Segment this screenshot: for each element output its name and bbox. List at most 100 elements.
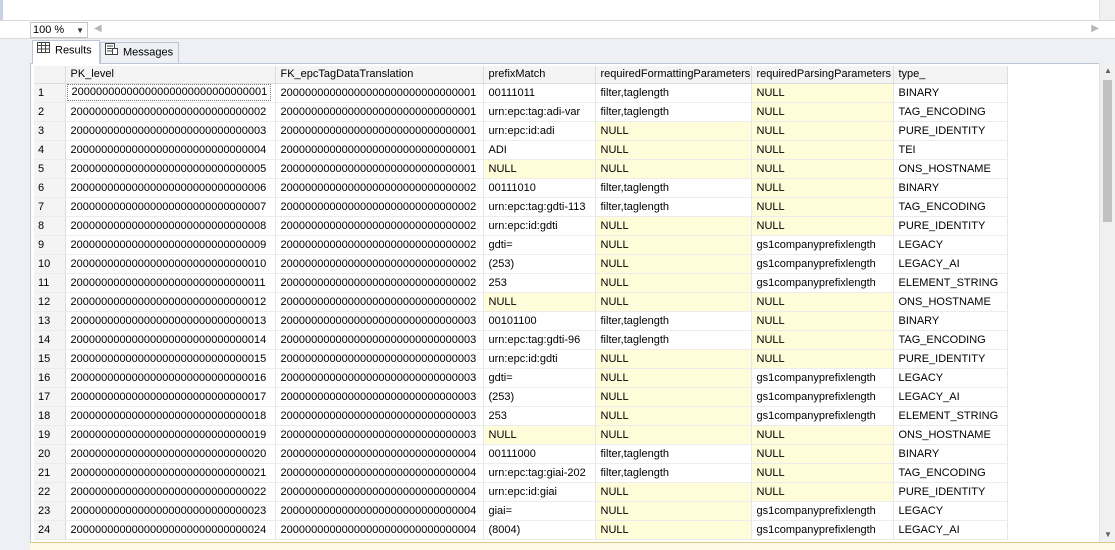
table-row[interactable]: 17 20000000000000000000000000000017 200000… [34, 387, 1008, 407]
table-cell[interactable]: 20000000000000000000000000000021 [65, 463, 276, 483]
table-cell[interactable]: urn:epc:id:adi [483, 121, 596, 141]
table-cell[interactable]: NULL [751, 463, 894, 483]
table-cell[interactable]: filter,taglength [595, 330, 752, 350]
table-cell[interactable]: NULL [751, 197, 894, 217]
table-cell[interactable]: NULL [595, 387, 752, 407]
row-number[interactable]: 9 [34, 235, 66, 255]
tab-results[interactable]: Results [32, 40, 100, 64]
table-cell[interactable]: PURE_IDENTITY [893, 349, 1008, 369]
table-cell[interactable]: filter,taglength [595, 178, 752, 198]
tab-messages[interactable]: Messages [100, 42, 179, 63]
table-cell[interactable]: 20000000000000000000000000000007 [65, 197, 276, 217]
table-cell[interactable]: 20000000000000000000000000000024 [65, 520, 276, 540]
row-number[interactable]: 14 [34, 330, 66, 350]
table-cell[interactable]: 20000000000000000000000000000003 [275, 330, 484, 350]
table-cell[interactable]: 20000000000000000000000000000015 [65, 349, 276, 369]
scroll-down-icon[interactable]: ▼ [1104, 530, 1112, 539]
selected-cell[interactable]: 20000000000000000000000000000001 [66, 84, 272, 101]
table-cell[interactable]: 20000000000000000000000000000001 [275, 159, 484, 179]
table-cell[interactable]: filter,taglength [595, 197, 752, 217]
row-number[interactable]: 24 [34, 520, 66, 540]
table-cell[interactable]: NULL [595, 273, 752, 293]
table-cell[interactable]: NULL [751, 216, 894, 236]
table-cell[interactable]: NULL [595, 159, 752, 179]
table-row[interactable]: 5 20000000000000000000000000000005 2000000… [34, 159, 1008, 179]
table-cell[interactable]: 20000000000000000000000000000004 [275, 520, 484, 540]
table-cell[interactable]: TEI [893, 140, 1008, 160]
row-number[interactable]: 23 [34, 501, 66, 521]
row-number[interactable]: 3 [34, 121, 66, 141]
table-cell[interactable]: NULL [595, 254, 752, 274]
table-cell[interactable]: 00111011 [483, 83, 596, 103]
table-cell[interactable]: LEGACY_AI [893, 387, 1008, 407]
row-number[interactable]: 6 [34, 178, 66, 198]
column-header[interactable]: prefixMatch [483, 66, 596, 84]
table-cell[interactable]: gdti= [483, 368, 596, 388]
table-cell[interactable]: NULL [595, 406, 752, 426]
table-cell[interactable]: 20000000000000000000000000000019 [65, 425, 276, 445]
table-cell[interactable]: NULL [751, 330, 894, 350]
table-cell[interactable]: 20000000000000000000000000000004 [275, 501, 484, 521]
table-cell[interactable]: urn:epc:tag:gdti-96 [483, 330, 596, 350]
table-cell[interactable]: NULL [595, 501, 752, 521]
table-row[interactable]: 20 20000000000000000000000000000020 200000… [34, 444, 1008, 464]
table-cell[interactable]: 20000000000000000000000000000002 [275, 235, 484, 255]
table-cell[interactable]: 20000000000000000000000000000002 [275, 216, 484, 236]
row-number[interactable]: 1 [34, 83, 66, 103]
table-cell[interactable]: TAG_ENCODING [893, 102, 1008, 122]
table-cell[interactable]: 20000000000000000000000000000020 [65, 444, 276, 464]
table-row[interactable]: 2 20000000000000000000000000000002 2000000… [34, 102, 1008, 122]
table-cell[interactable]: 20000000000000000000000000000003 [275, 406, 484, 426]
table-cell[interactable]: 20000000000000000000000000000016 [65, 368, 276, 388]
table-cell[interactable]: ELEMENT_STRING [893, 273, 1008, 293]
table-cell[interactable]: NULL [751, 311, 894, 331]
row-number-header[interactable] [34, 66, 66, 84]
table-row[interactable]: 19 20000000000000000000000000000019 200000… [34, 425, 1008, 445]
table-cell[interactable]: BINARY [893, 83, 1008, 103]
table-cell[interactable]: gs1companyprefixlength [751, 254, 894, 274]
table-cell[interactable]: LEGACY_AI [893, 520, 1008, 540]
table-cell[interactable]: 20000000000000000000000000000003 [275, 425, 484, 445]
table-cell[interactable]: gs1companyprefixlength [751, 501, 894, 521]
table-cell[interactable]: NULL [751, 178, 894, 198]
row-number[interactable]: 8 [34, 216, 66, 236]
table-cell[interactable]: NULL [751, 349, 894, 369]
table-cell[interactable]: 20000000000000000000000000000003 [275, 349, 484, 369]
table-cell[interactable]: 20000000000000000000000000000002 [275, 292, 484, 312]
editor-vertical-scrollbar[interactable] [1099, 0, 1115, 20]
table-cell[interactable]: 20000000000000000000000000000006 [65, 178, 276, 198]
table-row[interactable]: 16 20000000000000000000000000000016 200000… [34, 368, 1008, 388]
row-number[interactable]: 4 [34, 140, 66, 160]
table-cell[interactable]: 20000000000000000000000000000022 [65, 482, 276, 502]
table-cell[interactable]: 20000000000000000000000000000003 [275, 311, 484, 331]
scrollbar-thumb[interactable] [1103, 80, 1112, 222]
table-cell[interactable]: 20000000000000000000000000000008 [65, 216, 276, 236]
table-cell[interactable]: 20000000000000000000000000000013 [65, 311, 276, 331]
table-cell[interactable]: 20000000000000000000000000000004 [275, 482, 484, 502]
table-row[interactable]: 15 20000000000000000000000000000015 200000… [34, 349, 1008, 369]
table-cell[interactable]: filter,taglength [595, 463, 752, 483]
table-cell[interactable]: urn:epc:tag:giai-202 [483, 463, 596, 483]
column-header[interactable]: requiredFormattingParameters [595, 66, 752, 84]
chevron-down-icon[interactable]: ▼ [76, 24, 84, 38]
table-cell[interactable]: NULL [751, 102, 894, 122]
table-row[interactable]: 14 20000000000000000000000000000014 200000… [34, 330, 1008, 350]
table-cell[interactable]: 20000000000000000000000000000010 [65, 254, 276, 274]
row-number[interactable]: 19 [34, 425, 66, 445]
row-number[interactable]: 10 [34, 254, 66, 274]
table-cell[interactable]: 20000000000000000000000000000018 [65, 406, 276, 426]
table-row[interactable]: 22 20000000000000000000000000000022 200000… [34, 482, 1008, 502]
table-cell[interactable]: NULL [595, 349, 752, 369]
table-cell[interactable]: NULL [595, 368, 752, 388]
table-cell[interactable]: NULL [483, 159, 596, 179]
table-row[interactable]: 12 20000000000000000000000000000012 200000… [34, 292, 1008, 312]
table-cell[interactable]: urn:epc:id:giai [483, 482, 596, 502]
table-cell[interactable]: 20000000000000000000000000000002 [275, 197, 484, 217]
table-cell[interactable]: LEGACY [893, 235, 1008, 255]
table-row[interactable]: 11 20000000000000000000000000000011 200000… [34, 273, 1008, 293]
table-cell[interactable]: NULL [595, 121, 752, 141]
table-cell[interactable]: gs1companyprefixlength [751, 387, 894, 407]
table-cell[interactable]: NULL [751, 444, 894, 464]
table-cell[interactable]: urn:epc:tag:gdti-113 [483, 197, 596, 217]
table-cell[interactable]: 20000000000000000000000000000001 [275, 102, 484, 122]
